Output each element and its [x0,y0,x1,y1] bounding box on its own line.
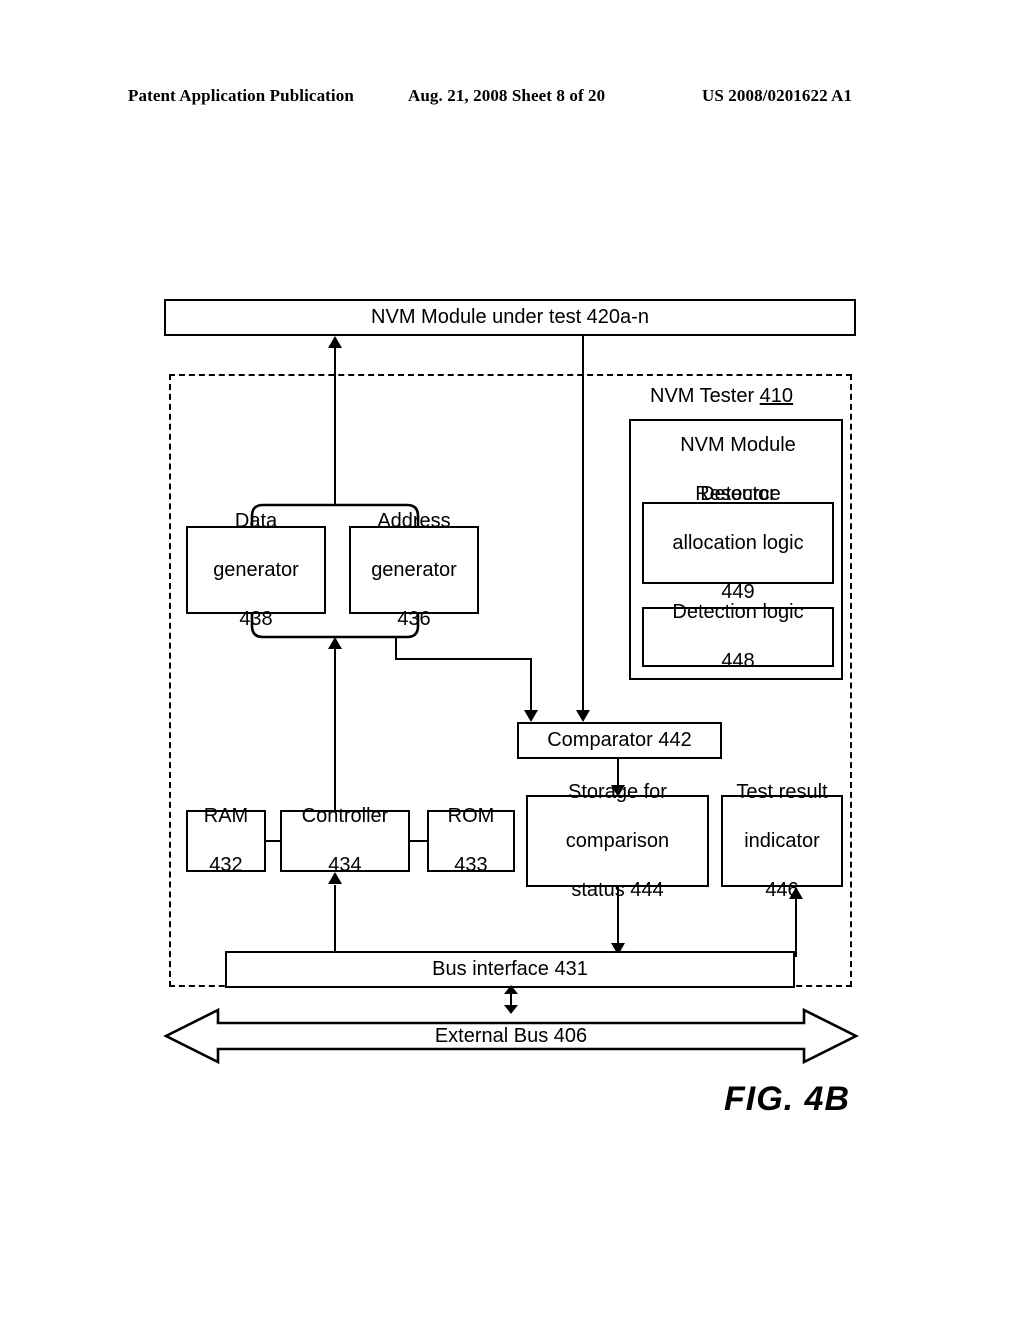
ram-label: RAM 432 [203,805,249,877]
address-to-comparator-seg2 [395,658,532,660]
address-to-comparator-seg3 [530,658,532,710]
nvm-tester-label: NVM Tester 410 [650,384,793,408]
generators-to-dut-arrowhead [328,336,342,348]
header-document-number: US 2008/0201622 A1 [702,86,853,105]
controller-label: Controller 434 [301,805,389,877]
dut-to-comparator-arrowhead [576,710,590,722]
figure-label: FIG. 4B [724,1080,851,1118]
controller-to-generators-arrowhead [328,637,342,649]
controller-box: Controller 434 [280,805,410,876]
dut-to-comparator-line [582,336,584,710]
nvm-module-detector-box: NVM Module Detector 450 Resource allocat… [629,419,843,680]
resource-allocation-logic-box: Resource allocation logic 449 [642,483,834,603]
storage-for-comparison-status-label: Storage for comparison status 444 [565,781,670,901]
bus-to-test-result-arrowhead [789,887,803,899]
detection-logic-label: Detection logic 448 [672,601,804,673]
bus-to-controller-arrowhead [328,872,342,884]
generators-to-dut-line [334,348,336,506]
controller-rom-link [410,840,427,842]
bus-to-controller-line [334,885,336,953]
nvm-module-under-test-box: NVM Module under test 420a-n [164,299,856,336]
nvm-module-detector-line1: NVM Module [680,434,796,456]
comparator-box: Comparator 442 [517,722,722,759]
generator-brace-bottom [250,614,420,639]
address-to-comparator-seg1 [395,638,397,660]
generator-brace-top [250,503,420,528]
storage-to-bus-line [617,887,619,943]
nvm-module-under-test-label: NVM Module under test 420a-n [371,306,649,329]
ram-controller-link [266,840,280,842]
address-to-comparator-arrowhead [524,710,538,722]
bus-interface-label: Bus interface 431 [432,958,588,981]
detection-logic-box: Detection logic 448 [642,601,834,672]
storage-for-comparison-status-box: Storage for comparison status 444 [526,781,709,901]
bus-to-test-result-line [795,899,797,957]
resource-allocation-logic-label: Resource allocation logic 449 [672,483,804,603]
header-publication: Patent Application Publication [128,86,354,105]
nvm-tester-name: NVM Tester [650,385,760,407]
ram-box: RAM 432 [186,805,266,876]
bus-link-arrowhead-up [504,985,518,994]
controller-to-generators-line [334,648,336,813]
nvm-tester-ref: 410 [759,385,794,407]
test-result-indicator-box: Test result indicator 446 [721,781,843,901]
external-bus-label: External Bus 406 [434,1025,588,1047]
address-generator-box: Address generator 436 [349,510,479,630]
test-result-indicator-label: Test result indicator 446 [736,781,828,901]
rom-label: ROM 433 [447,805,495,877]
comparator-label: Comparator 442 [547,729,692,752]
patent-page: Patent Application Publication Aug. 21, … [0,0,1024,1320]
rom-box: ROM 433 [427,805,515,876]
header-date-sheet: Aug. 21, 2008 Sheet 8 of 20 [408,86,606,105]
bus-interface-box: Bus interface 431 [225,951,795,988]
data-generator-box: Data generator 438 [186,510,326,630]
